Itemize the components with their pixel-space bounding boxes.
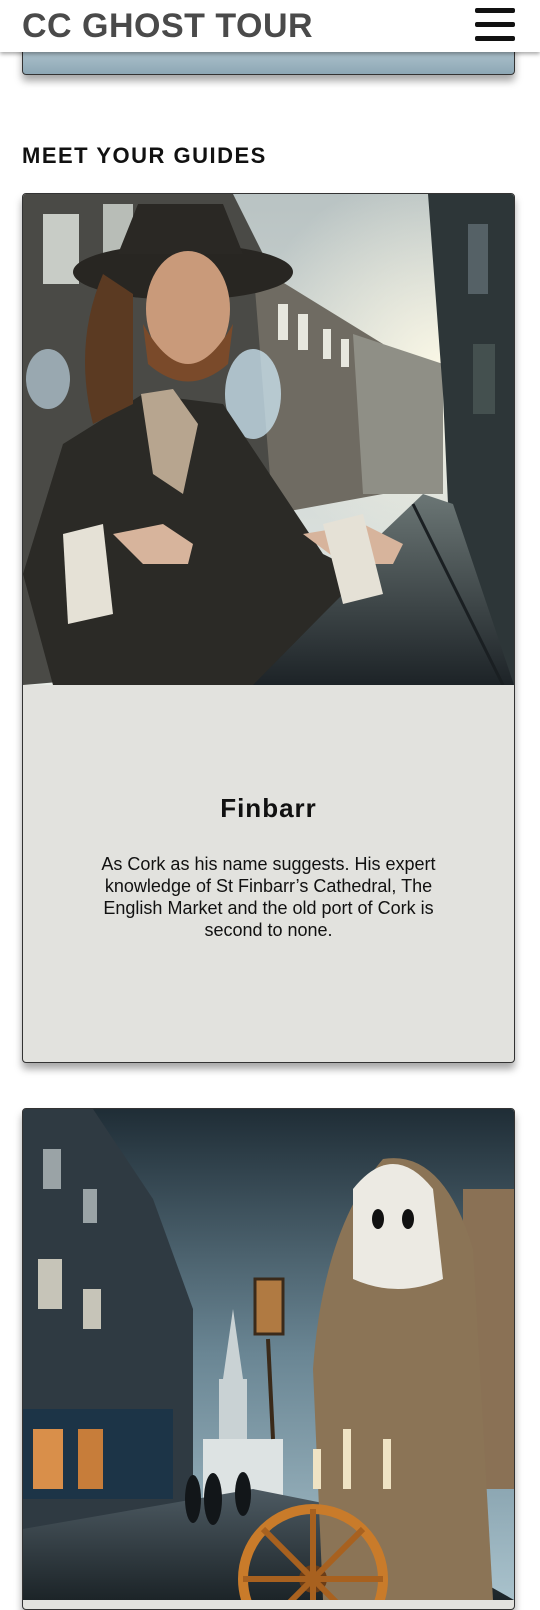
hamburger-menu-icon[interactable] [473,5,517,43]
guide-card-finbarr: Finbarr As Cork as his name suggests. Hi… [22,193,515,1063]
site-title[interactable]: CC GHOST TOUR [22,6,313,46]
guides-section-heading: MEET YOUR GUIDES [22,143,267,168]
guide-photo-hooded-ghost [23,1109,514,1600]
guide-photo-finbarr [23,194,514,685]
menu-bar [475,36,515,41]
guide-card-body: Finbarr As Cork as his name suggests. Hi… [23,685,514,1062]
guide-card-ghost [22,1108,515,1610]
site-header: CC GHOST TOUR [0,0,540,52]
menu-bar [475,8,515,13]
guide-name: Finbarr [220,793,317,823]
guide-bio: As Cork as his name suggests. His expert… [101,854,436,940]
menu-bar [475,22,515,27]
